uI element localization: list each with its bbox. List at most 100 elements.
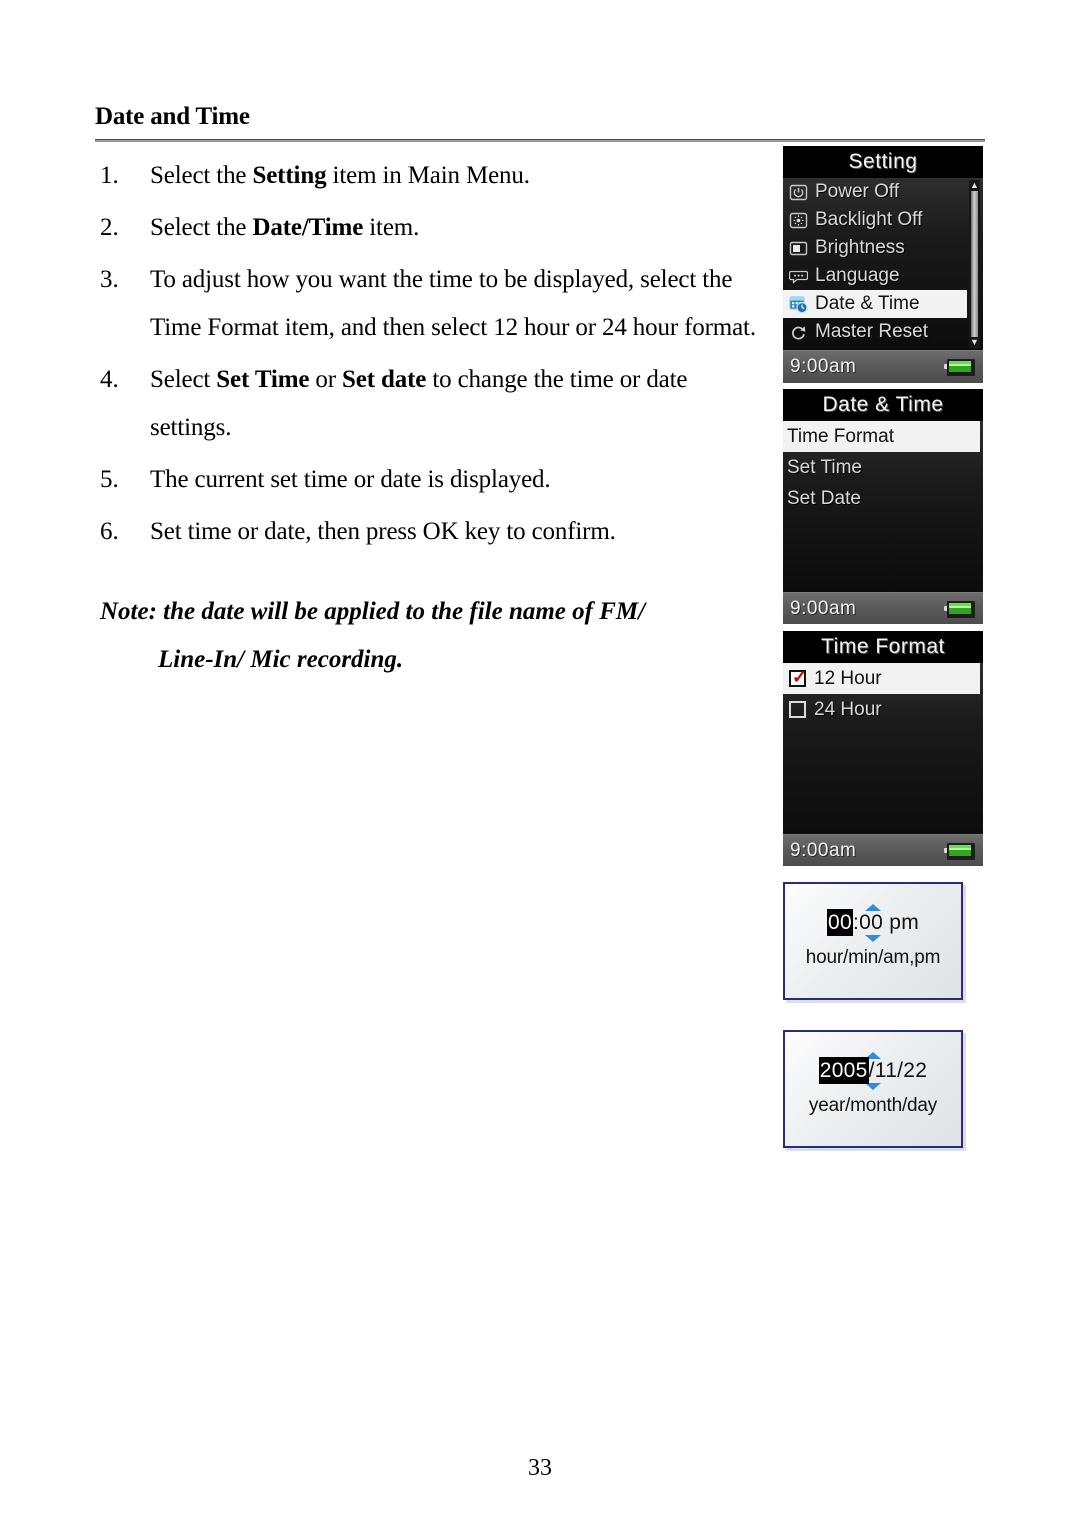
step-fragment: Select: [150, 366, 217, 393]
menu-item-date-time[interactable]: Date & Time: [783, 290, 967, 318]
instruction-step: 5. The current set time or date is displa…: [100, 456, 760, 504]
battery-icon: [944, 600, 975, 618]
device-screen-date-time: Date & Time Time Format Set Time Set Date 9:…: [783, 389, 983, 624]
down-arrow-icon[interactable]: [785, 1083, 961, 1090]
step-text: Select the Setting item in Main Menu.: [150, 152, 530, 200]
heading-divider: [95, 139, 985, 142]
step-number: 3.: [100, 266, 119, 293]
menu-item-label: Set Time: [787, 456, 862, 478]
dialog-set-date: 2005/11/22 year/month/day: [783, 1030, 963, 1148]
step-number: 4.: [100, 366, 119, 393]
power-icon: [789, 183, 808, 202]
menu-item-12-hour[interactable]: ✓ 12 Hour: [783, 663, 980, 694]
page-title: Date and Time: [95, 103, 250, 130]
menu-item-label: Time Format: [787, 425, 894, 447]
step-text: Select the Date/Time item.: [150, 204, 419, 252]
menu-item-set-date[interactable]: Set Date: [783, 483, 983, 514]
dialog-set-time: 00:00 pm hour/min/am,pm: [783, 882, 963, 1000]
menu-item-label: Brightness: [815, 237, 905, 258]
instruction-step: 3. To adjust how you want the time to be …: [100, 256, 760, 352]
up-arrow-icon[interactable]: [785, 1052, 961, 1059]
menu-item-label: Power Off: [815, 181, 900, 202]
menu-item-label: Backlight Off: [815, 209, 923, 230]
battery-icon: [944, 358, 975, 376]
step-text: The current set time or date is displaye…: [150, 456, 551, 504]
screen-title: Date & Time: [783, 389, 983, 421]
brightness-icon: [789, 239, 808, 258]
step-text: To adjust how you want the time to be di…: [150, 256, 760, 352]
down-arrow-icon[interactable]: [785, 935, 961, 942]
menu-scrollbar[interactable]: ▲ ▼: [969, 180, 980, 348]
note-block: Note: the date will be applied to the fi…: [100, 588, 780, 684]
menu-item-label: 24 Hour: [814, 698, 882, 720]
dialog-value-rest: /11/22: [868, 1059, 928, 1082]
status-clock: 9:00am: [790, 840, 857, 861]
dialog-value[interactable]: 2005/11/22: [785, 1057, 961, 1084]
screen-status-bar: 9:00am: [783, 592, 983, 624]
date-time-icon: [789, 295, 808, 314]
instruction-step: 2. Select the Date/Time item.: [100, 204, 760, 252]
scroll-down-arrow-icon[interactable]: ▼: [970, 338, 979, 347]
master-reset-icon: [789, 323, 808, 342]
menu-item-set-time[interactable]: Set Time: [783, 452, 983, 483]
step-fragment: Set time or date, then press OK key to c…: [150, 518, 616, 545]
step-number: 6.: [100, 518, 119, 545]
step-fragment: Select the: [150, 162, 253, 189]
dialog-value-selected-field[interactable]: 00: [827, 909, 853, 936]
dialog-caption: hour/min/am,pm: [805, 947, 941, 968]
page-number: 33: [528, 1455, 552, 1481]
dialog-value[interactable]: 00:00 pm: [785, 909, 961, 936]
step-emphasis: Setting: [252, 162, 327, 189]
step-number: 5.: [100, 466, 119, 493]
instruction-list: 1. Select the Setting item in Main Menu. 2…: [100, 152, 760, 560]
checkmark-icon: ✓: [792, 667, 808, 687]
step-text: Select Set Time or Set date to change th…: [150, 356, 760, 452]
note-line-2: Line-In/ Mic recording.: [158, 646, 404, 673]
step-number: 1.: [100, 162, 119, 189]
dialog-content: 2005/11/22 year/month/day: [785, 1052, 961, 1117]
checkbox-empty-icon[interactable]: [789, 701, 806, 718]
dialog-value-rest: :00 pm: [852, 911, 919, 934]
menu-item-backlight-off[interactable]: Backlight Off: [783, 206, 983, 234]
language-icon: [789, 267, 808, 286]
menu-item-brightness[interactable]: Brightness: [783, 234, 983, 262]
menu-item-power-off[interactable]: Power Off: [783, 178, 983, 206]
status-clock: 9:00am: [790, 356, 857, 377]
menu-item-label: Set Date: [787, 487, 861, 509]
menu-item-time-format[interactable]: Time Format: [783, 421, 980, 452]
step-fragment: item.: [363, 214, 420, 241]
menu-item-label: Master Reset: [815, 321, 928, 342]
menu-item-label: Date & Time: [815, 293, 920, 314]
step-fragment: Select the: [150, 214, 253, 241]
instruction-step: 6. Set time or date, then press OK key to…: [100, 508, 760, 556]
scroll-up-arrow-icon[interactable]: ▲: [970, 181, 979, 190]
screen-menu-list: ✓ 12 Hour 24 Hour: [783, 663, 983, 834]
backlight-icon: [789, 211, 808, 230]
instruction-step: 1. Select the Setting item in Main Menu.: [100, 152, 760, 200]
device-screen-setting: Setting Power Off Backlight Off Brightness L…: [783, 146, 983, 383]
battery-icon: [944, 842, 975, 860]
device-screen-time-format: Time Format ✓ 12 Hour 24 Hour 9:00am: [783, 631, 983, 866]
manual-page: Date and Time 1. Select the Setting item …: [0, 0, 1080, 1529]
menu-item-label: 12 Hour: [814, 667, 882, 689]
instruction-step: 4. Select Set Time or Set date to change …: [100, 356, 760, 452]
menu-item-language[interactable]: Language: [783, 262, 983, 290]
menu-item-label: Language: [815, 265, 900, 286]
dialog-value-selected-field[interactable]: 2005: [818, 1057, 869, 1084]
screen-menu-list: Time Format Set Time Set Date: [783, 421, 983, 592]
up-arrow-icon[interactable]: [785, 904, 961, 911]
screen-status-bar: 9:00am: [783, 834, 983, 866]
screen-status-bar: 9:00am: [783, 350, 983, 383]
screen-menu-list: Power Off Backlight Off Brightness Language…: [783, 178, 983, 350]
menu-item-master-reset[interactable]: Master Reset: [783, 318, 983, 346]
dialog-caption: year/month/day: [808, 1095, 938, 1116]
status-clock: 9:00am: [790, 598, 857, 619]
step-emphasis: Set date: [342, 366, 427, 393]
step-emphasis: Set Time: [216, 366, 310, 393]
checkbox-checked-icon[interactable]: ✓: [789, 667, 808, 687]
menu-item-24-hour[interactable]: 24 Hour: [783, 694, 983, 725]
step-number: 2.: [100, 214, 119, 241]
scrollbar-thumb[interactable]: [971, 191, 978, 337]
step-fragment: To adjust how you want the time to be di…: [150, 266, 756, 341]
step-fragment: item in Main Menu.: [326, 162, 530, 189]
